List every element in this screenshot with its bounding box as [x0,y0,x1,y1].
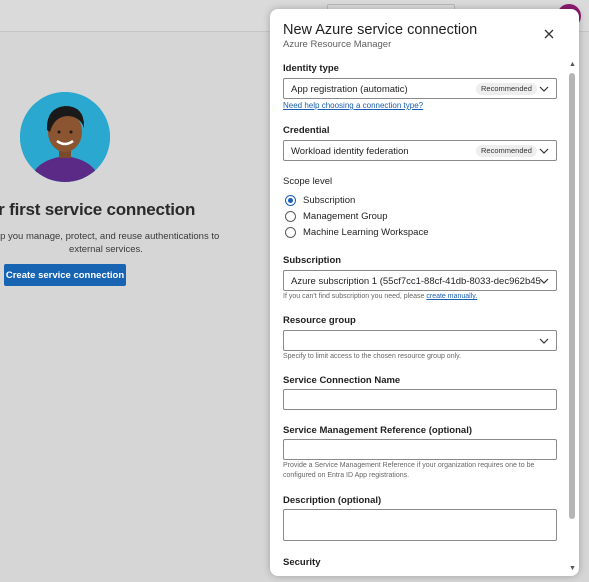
security-label: Security [283,557,321,568]
radio-label: Management Group [303,210,388,222]
scope-option-subscription[interactable]: Subscription [285,194,355,206]
scroll-up-arrow-icon[interactable]: ▲ [569,61,576,68]
scope-option-ml-workspace[interactable]: Machine Learning Workspace [285,226,429,238]
resource-group-label: Resource group [283,315,356,326]
new-service-connection-panel: New Azure service connection Azure Resou… [270,9,579,576]
chevron-down-icon [539,278,549,284]
service-management-reference-label: Service Management Reference (optional) [283,425,472,436]
scope-level-label: Scope level [283,176,333,187]
close-icon [544,29,554,39]
close-button[interactable] [540,25,558,43]
subscription-dropdown[interactable]: Azure subscription 1 (55cf7cc1-88cf-41db… [283,270,557,291]
connection-type-help-link[interactable]: Need help choosing a connection type? [283,101,423,110]
create-service-connection-button[interactable]: Create service connection [4,264,126,286]
chevron-down-icon [539,148,549,154]
scope-option-management-group[interactable]: Management Group [285,210,388,222]
service-management-reference-hint: Provide a Service Management Reference i… [283,462,535,479]
recommended-badge: Recommended [476,145,537,157]
resource-group-dropdown[interactable] [283,330,557,351]
radio-button[interactable] [285,210,296,222]
radio-label: Machine Learning Workspace [303,226,429,238]
subscription-value: Azure subscription 1 (55cf7cc1-88cf-41db… [291,276,541,287]
identity-type-value: App registration (automatic) [291,84,408,95]
panel-scrollbar[interactable]: ▲ ▼ [568,61,576,575]
scroll-down-arrow-icon[interactable]: ▼ [569,565,576,572]
radio-button-checked[interactable] [285,194,296,206]
chevron-down-icon [539,338,549,344]
panel-title: New Azure service connection [283,22,478,38]
recommended-badge: Recommended [476,83,537,95]
description-textarea[interactable] [283,509,557,541]
person-illustration [20,92,110,182]
credential-label: Credential [283,125,330,136]
subscription-hint: If you can't find subscription you need,… [283,292,477,302]
service-management-reference-input[interactable] [283,439,557,460]
subscription-label: Subscription [283,255,342,266]
radio-label: Subscription [303,194,356,206]
identity-type-label: Identity type [283,63,339,74]
panel-subtitle: Azure Resource Manager [283,39,392,50]
description-label: Description (optional) [283,495,382,506]
identity-type-dropdown[interactable]: App registration (automatic) Recommended [283,78,557,99]
credential-dropdown[interactable]: Workload identity federation Recommended [283,140,557,161]
credential-value: Workload identity federation [291,146,409,157]
page-title: ur first service connection [0,200,196,219]
radio-button[interactable] [285,226,296,238]
create-manually-link[interactable]: create manually. [426,293,477,300]
resource-group-hint: Specify to limit access to the chosen re… [283,353,462,360]
scrollbar-thumb[interactable] [569,73,575,519]
service-connection-name-label: Service Connection Name [283,375,401,386]
service-connection-name-input[interactable] [283,389,557,410]
subscription-hint-text: If you can't find subscription you need,… [283,293,427,300]
page-description: elp you manage, protect, and reuse authe… [0,231,220,255]
chevron-down-icon [539,86,549,92]
